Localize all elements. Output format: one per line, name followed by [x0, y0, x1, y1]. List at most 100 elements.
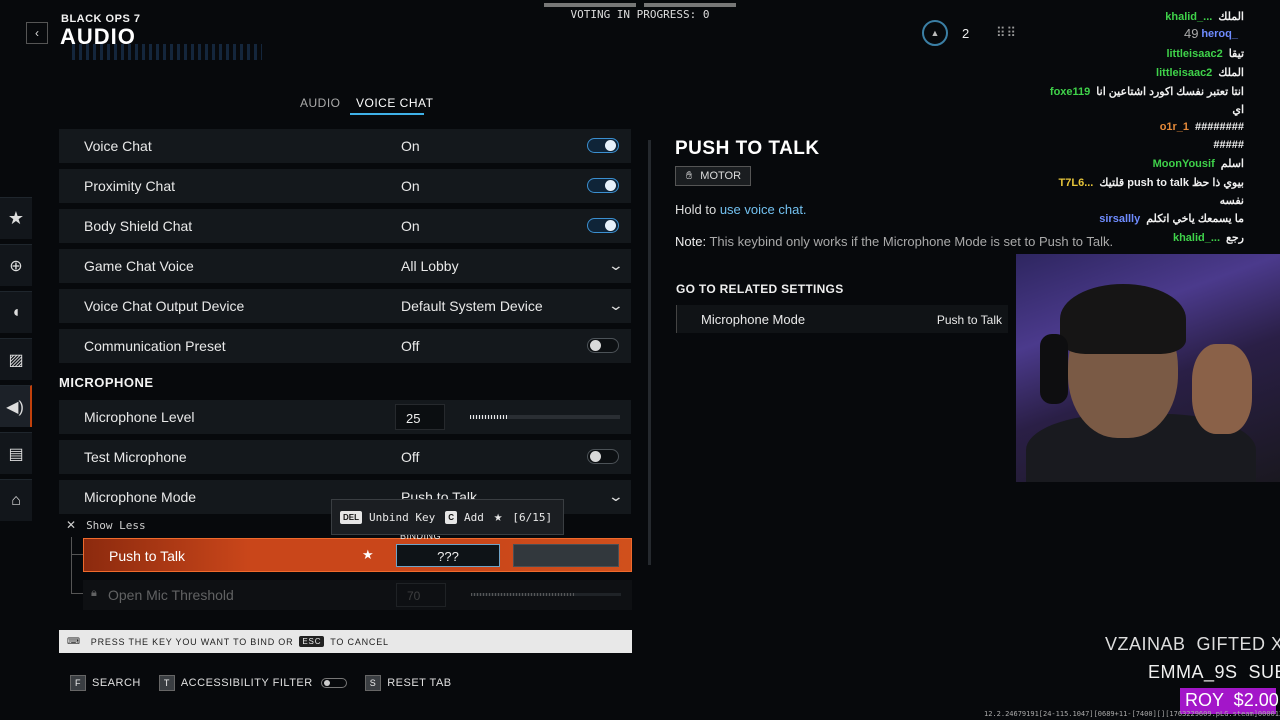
instruction-text: PRESS THE KEY YOU WANT TO BIND OR	[90, 636, 294, 647]
star-icon[interactable]: ★	[0, 197, 32, 239]
setting-label: Communication Preset	[84, 338, 226, 354]
chat-username: sirsallly	[1099, 213, 1141, 225]
webcam-figure	[1060, 284, 1186, 354]
accessibility-filter-action[interactable]: T ACCESSIBILITY FILTER	[158, 675, 347, 691]
setting-value: On	[401, 178, 420, 194]
chat-username: heroq_	[1201, 28, 1238, 40]
chat-text: نفسه	[1219, 195, 1244, 207]
chat-message: o1r_1 ########	[1160, 121, 1244, 133]
accessibility-filter-toggle[interactable]	[320, 678, 347, 688]
hand-icon: ✋︎	[686, 169, 693, 182]
related-label: Microphone Mode	[701, 312, 806, 327]
keyboard-icon: ⌨	[67, 636, 81, 646]
star-icon: ★	[493, 509, 503, 525]
setting-row-open-mic-threshold: 🔒︎ Open Mic Threshold 70	[83, 580, 632, 610]
setting-row-test-microphone[interactable]: Test Microphone Off	[59, 440, 631, 474]
esc-key-hint: ESC	[299, 636, 325, 647]
c-key-hint: C	[445, 510, 458, 524]
setting-row-push-to-talk[interactable]: Push to Talk ★ BINDING ???	[83, 531, 632, 572]
chat-text: ########	[1195, 121, 1244, 133]
setting-row-game-chat-voice[interactable]: Game Chat Voice All Lobby ⌄	[59, 249, 631, 283]
instruction-text: TO CANCEL	[330, 636, 389, 647]
show-less-button[interactable]: ✕ Show Less	[66, 518, 146, 532]
favorites-count: [6/15]	[512, 510, 553, 524]
gift-notification: VZAINAB GIFTED X1	[1105, 634, 1280, 654]
setting-row-mic-level[interactable]: Microphone Level 25	[59, 400, 631, 434]
chat-text: تيقا	[1228, 48, 1244, 60]
sub-notification: EMMA_9S SUB	[1148, 662, 1280, 682]
body-shield-chat-toggle[interactable]	[587, 218, 619, 233]
setting-label: Proximity Chat	[84, 178, 176, 194]
detail-title: PUSH TO TALK	[675, 138, 820, 159]
chevron-down-icon[interactable]: ⌄	[608, 257, 624, 274]
setting-value: All Lobby	[401, 258, 459, 274]
chat-message: MoonYousif اسلم	[1153, 157, 1244, 170]
setting-label: Test Microphone	[84, 449, 187, 465]
setting-value: Default System Device	[401, 298, 543, 314]
stream-chat: khalid_... الملك heroq_ littleisaac2 تيقا lit…	[1020, 0, 1280, 250]
setting-row-communication-preset[interactable]: Communication Preset Off	[59, 329, 631, 363]
network-icon[interactable]: ⌂	[0, 479, 32, 521]
badge-label: MOTOR	[700, 170, 742, 182]
chat-message: sirsallly ما يسمعك ياخي اتكلم	[1099, 212, 1244, 225]
voice-chat-toggle[interactable]	[587, 138, 619, 153]
communication-preset-toggle[interactable]	[587, 338, 619, 353]
setting-row-proximity-chat[interactable]: Proximity Chat On	[59, 169, 631, 203]
chat-text: الملك	[1218, 67, 1244, 79]
proximity-chat-toggle[interactable]	[587, 178, 619, 193]
controller-icon[interactable]: ⊕	[0, 244, 32, 286]
action-label: SEARCH	[92, 677, 141, 689]
chat-username: MoonYousif	[1152, 158, 1215, 170]
setting-value: Off	[401, 338, 420, 354]
chat-text: اسلم	[1220, 158, 1244, 170]
section-heading-microphone: MICROPHONE	[59, 375, 154, 390]
display-icon[interactable]: ▨	[0, 338, 32, 380]
add-action[interactable]: Add	[464, 511, 484, 524]
streamer-webcam	[1016, 254, 1280, 482]
back-button[interactable]: ‹	[26, 22, 48, 44]
setting-row-output-device[interactable]: Voice Chat Output Device Default System …	[59, 289, 631, 323]
action-label: RESET TAB	[387, 677, 452, 689]
party-count: 2	[962, 26, 970, 41]
mic-level-slider[interactable]	[470, 415, 620, 419]
chat-message: اي	[1232, 103, 1244, 116]
chat-username: foxe119	[1049, 86, 1091, 98]
test-mic-toggle[interactable]	[587, 449, 619, 464]
bind-instruction-bar: ⌨ PRESS THE KEY YOU WANT TO BIND OR ESC …	[59, 630, 632, 653]
title-decoration	[72, 44, 262, 60]
chat-text: الملك	[1218, 11, 1244, 23]
primary-keybind-slot[interactable]: ???	[396, 544, 500, 567]
settings-scrollbar[interactable]	[648, 140, 651, 565]
party-icon[interactable]: ▲	[922, 20, 948, 46]
key-hint: S	[364, 675, 382, 691]
secondary-keybind-slot[interactable]	[513, 544, 619, 567]
reset-tab-action[interactable]: S RESET TAB	[364, 675, 452, 691]
chevron-down-icon[interactable]: ⌄	[608, 297, 624, 314]
chevron-down-icon[interactable]: ⌄	[608, 488, 624, 505]
social-grid-icon[interactable]: ⠿⠿	[996, 25, 1017, 41]
search-action[interactable]: F SEARCH	[70, 675, 141, 691]
chat-username: khalid_...	[1165, 11, 1213, 23]
mouse-icon[interactable]: ◖	[0, 291, 32, 333]
show-less-label: Show Less	[86, 519, 146, 532]
motor-badge: ✋︎ MOTOR	[675, 166, 751, 186]
lock-icon: 🔒︎	[91, 587, 97, 599]
setting-row-voice-chat[interactable]: Voice Chat On	[59, 129, 631, 163]
favorite-star-icon[interactable]: ★	[362, 547, 374, 563]
setting-row-body-shield-chat[interactable]: Body Shield Chat On	[59, 209, 631, 243]
related-setting-mic-mode[interactable]: Microphone Mode Push to Talk	[676, 305, 1008, 333]
voting-progress-bar	[544, 3, 736, 7]
speaker-icon[interactable]: ◀)	[0, 385, 32, 427]
key-hint: T	[158, 675, 175, 691]
unbind-key-action[interactable]: Unbind Key	[369, 511, 435, 524]
interface-icon[interactable]: ▤	[0, 432, 32, 474]
mic-level-input[interactable]: 25	[395, 404, 445, 430]
setting-label: Open Mic Threshold	[108, 587, 234, 603]
chat-text: انتا تعتبر نفسك اكورد اشتاعين انا	[1096, 86, 1244, 98]
setting-label: Game Chat Voice	[84, 258, 194, 274]
tab-voice-chat[interactable]: VOICE CHAT	[356, 96, 433, 110]
description-text: Hold to	[675, 202, 717, 217]
chat-message: #####	[1213, 139, 1244, 151]
tab-audio[interactable]: AUDIO	[300, 96, 341, 110]
chat-text: اي	[1232, 104, 1244, 116]
